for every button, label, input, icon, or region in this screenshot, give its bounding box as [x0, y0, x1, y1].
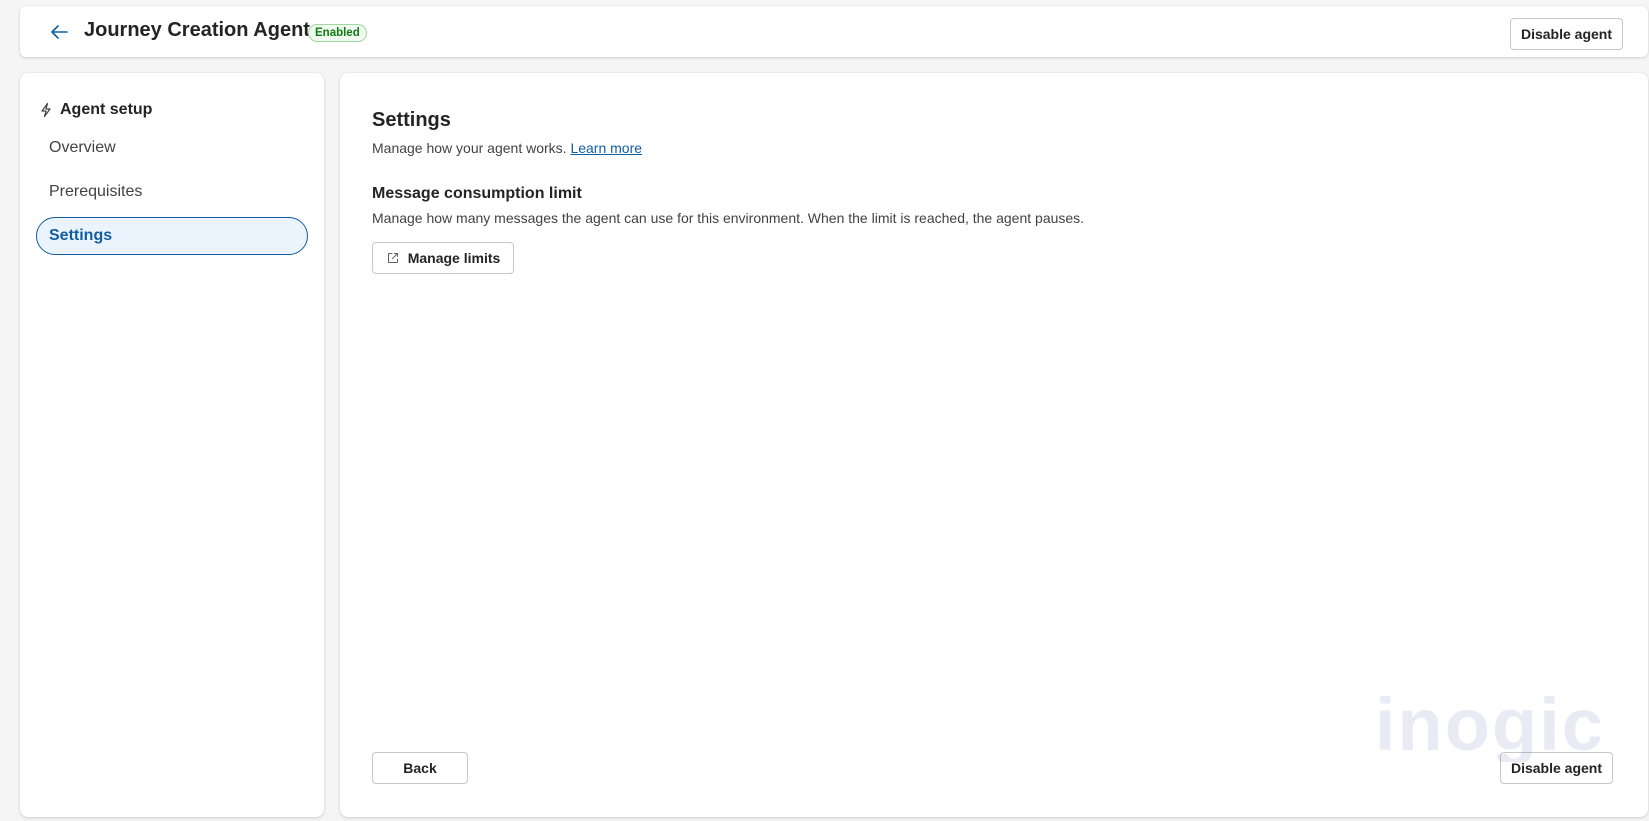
disable-agent-button[interactable]: Disable agent [1510, 18, 1623, 50]
sidebar-item-settings[interactable]: Settings [36, 217, 308, 255]
settings-description-text: Manage how your agent works. [372, 140, 567, 156]
open-external-icon [387, 253, 398, 263]
flash-icon [41, 102, 51, 118]
footer-disable-agent-button[interactable]: Disable agent [1500, 752, 1613, 784]
sidebar-heading-label: Agent setup [60, 101, 153, 118]
sidebar-item-label: Settings [49, 227, 113, 244]
status-badge: Enabled [308, 24, 367, 42]
learn-more-link[interactable]: Learn more [570, 140, 642, 156]
settings-description: Manage how your agent works. Learn more [372, 140, 642, 156]
sidebar: Agent setup Overview Prerequisites Setti… [20, 73, 324, 817]
sidebar-item-overview[interactable]: Overview [36, 129, 308, 167]
message-limit-description: Manage how many messages the agent can u… [372, 210, 1085, 226]
sidebar-item-label: Prerequisites [49, 183, 143, 200]
main-panel: Settings Manage how your agent works. Le… [340, 73, 1648, 817]
back-button[interactable]: Back [372, 752, 468, 784]
page-header: Journey Creation Agent Enabled Disable a… [20, 6, 1648, 57]
sidebar-item-label: Overview [49, 139, 116, 156]
manage-limits-label: Manage limits [407, 250, 501, 266]
message-limit-title: Message consumption limit [372, 185, 582, 202]
manage-limits-button[interactable]: Manage limits [372, 242, 514, 274]
back-arrow-icon[interactable] [48, 21, 70, 43]
settings-title: Settings [372, 109, 451, 131]
sidebar-item-prerequisites[interactable]: Prerequisites [36, 173, 308, 211]
sidebar-heading: Agent setup [38, 101, 152, 119]
page-title: Journey Creation Agent [84, 19, 310, 41]
